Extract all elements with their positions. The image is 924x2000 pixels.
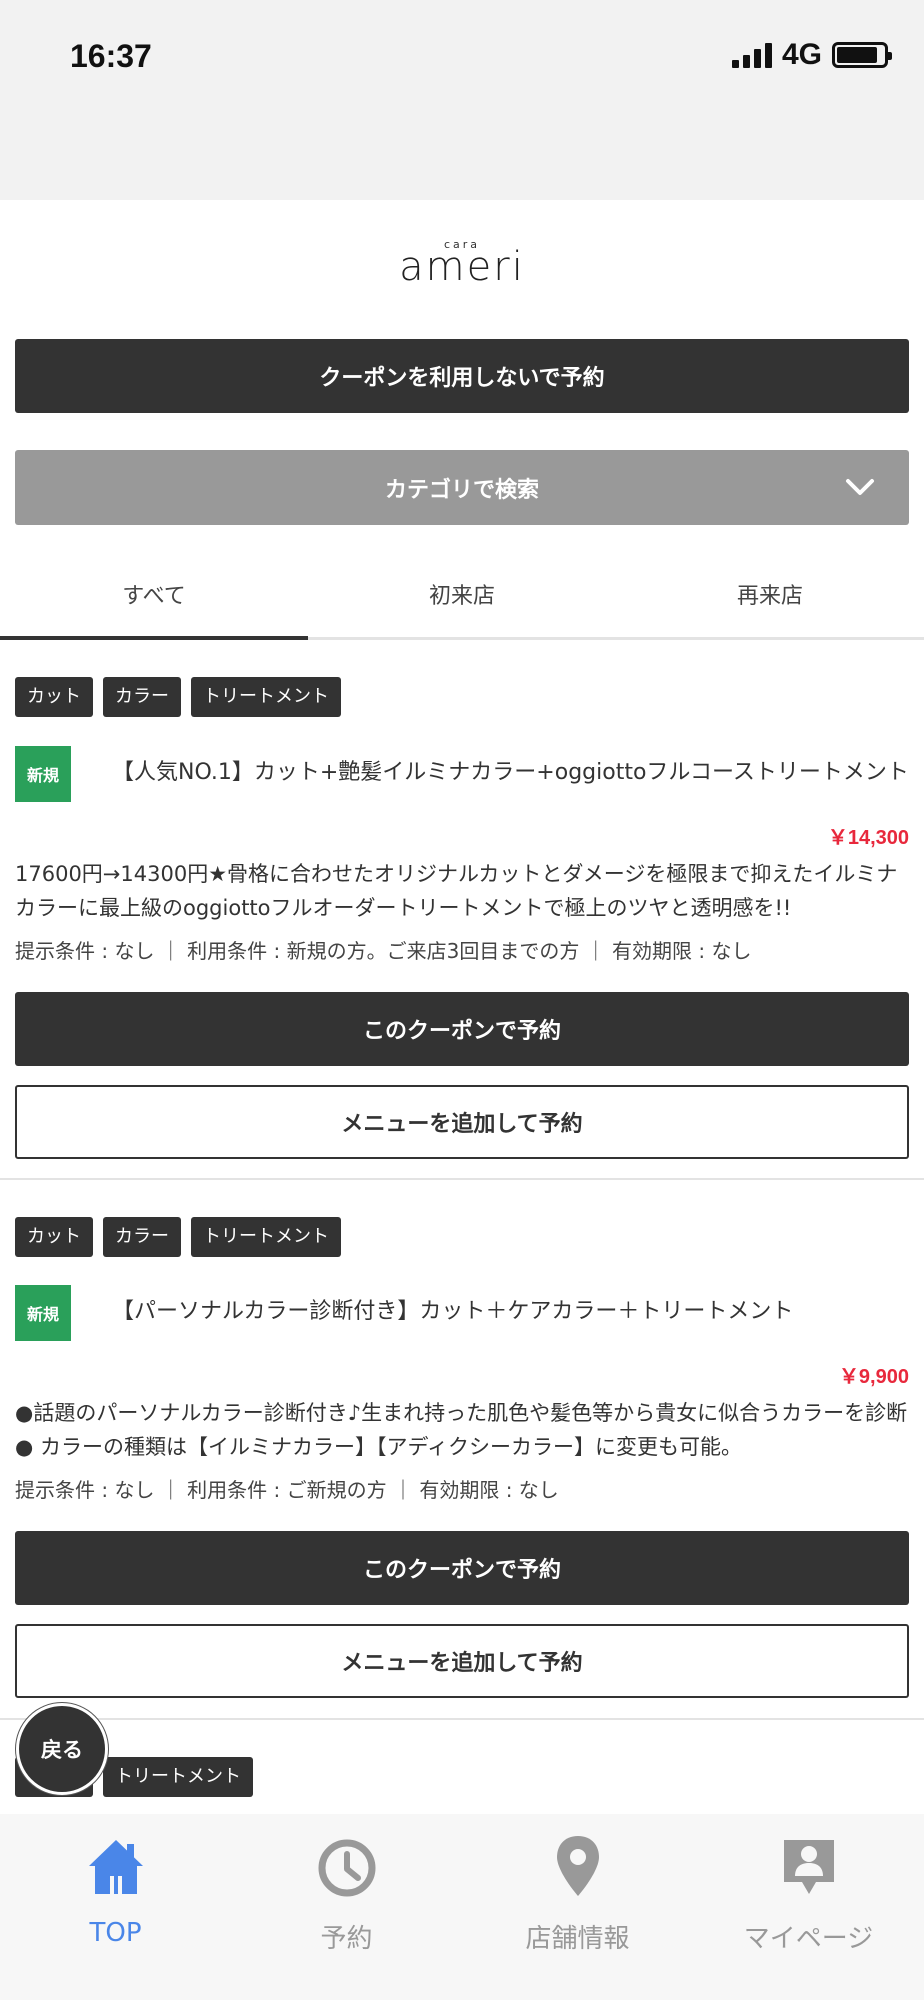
tab-return-visit[interactable]: 再来店: [616, 550, 924, 637]
bottom-nav: TOP 予約 店舗情報 マイページ: [0, 1814, 924, 2000]
nav-item-reservation[interactable]: 予約: [231, 1814, 462, 2000]
location-pin-icon: [556, 1836, 599, 1896]
tag: トリートメント: [191, 677, 341, 717]
coupon-title: 【人気NO.1】カット+艶髪イルミナカラー+oggiottoフルコーストリートメ…: [112, 760, 909, 785]
nav-label: 予約: [320, 1924, 373, 1954]
nav-label: TOP: [89, 1918, 142, 1948]
nav-item-top[interactable]: TOP: [0, 1814, 231, 2000]
home-icon: [88, 1840, 143, 1894]
tag: カット: [15, 1217, 93, 1257]
status-indicators: 4G: [731, 38, 892, 72]
coupon-tags: カット カラー トリートメント: [15, 1217, 341, 1257]
nav-label: 店舗情報: [525, 1924, 630, 1954]
chevron-down-icon: [846, 479, 874, 495]
add-menu-reserve-button[interactable]: メニューを追加して予約: [15, 1624, 909, 1698]
category-search-label: カテゴリで検索: [384, 477, 539, 503]
coupon-conditions: 提示条件 : なし ｜ 利用条件 : 新規の方。ご来店3回目までの方 ｜ 有効期…: [15, 939, 752, 963]
tab-first-visit[interactable]: 初来店: [308, 550, 616, 637]
battery-icon: [832, 42, 892, 68]
new-badge: 新規: [15, 1285, 71, 1341]
coupon-title: 【パーソナルカラー診断付き】カット＋ケアカラー＋トリートメント: [112, 1299, 794, 1324]
tag: カラー: [103, 1217, 181, 1257]
user-card-icon: [783, 1840, 834, 1894]
tag: カット: [15, 677, 93, 717]
new-badge: 新規: [15, 746, 71, 802]
reserve-without-coupon-button[interactable]: クーポンを利用しないで予約: [15, 339, 909, 413]
coupon-conditions: 提示条件 : なし ｜ 利用条件 : ご新規の方 ｜ 有効期限 : なし: [15, 1478, 559, 1502]
coupon-tags: カット カラー トリートメント: [15, 677, 341, 717]
divider: [0, 1178, 924, 1180]
tag: トリートメント: [191, 1217, 341, 1257]
signal-icon: [731, 42, 772, 68]
coupon-description: 17600円→14300円★骨格に合わせたオリジナルカットとダメージを極限まで抑…: [15, 862, 898, 920]
header-logo[interactable]: cara ameri: [0, 200, 924, 340]
nav-label: マイページ: [743, 1924, 874, 1954]
clock-icon: [318, 1839, 375, 1897]
status-time: 16:37: [70, 38, 152, 74]
add-menu-reserve-button[interactable]: メニューを追加して予約: [15, 1085, 909, 1159]
divider: [0, 1718, 924, 1720]
nav-item-mypage[interactable]: マイページ: [693, 1814, 924, 2000]
nav-item-store-info[interactable]: 店舗情報: [462, 1814, 693, 2000]
tab-all[interactable]: すべて: [0, 550, 308, 640]
coupon-price: ￥14,300: [827, 827, 909, 849]
category-search-button[interactable]: カテゴリで検索: [15, 450, 909, 525]
tag: トリートメント: [103, 1757, 253, 1797]
reserve-with-coupon-button[interactable]: このクーポンで予約: [15, 1531, 909, 1605]
status-bar: 16:37 4G: [0, 0, 924, 200]
tag: カラー: [103, 677, 181, 717]
coupon-price: ￥9,900: [838, 1366, 909, 1388]
network-label: 4G: [781, 38, 822, 71]
coupon-tabs: すべて 初来店 再来店: [0, 550, 924, 640]
logo-main-text: ameri: [399, 244, 525, 290]
reserve-with-coupon-button[interactable]: このクーポンで予約: [15, 992, 909, 1066]
coupon-description: ●話題のパーソナルカラー診断付き♪生まれ持った肌色や髪色等から貴女に似合うカラー…: [15, 1401, 908, 1459]
back-button[interactable]: 戻る: [16, 1703, 108, 1795]
